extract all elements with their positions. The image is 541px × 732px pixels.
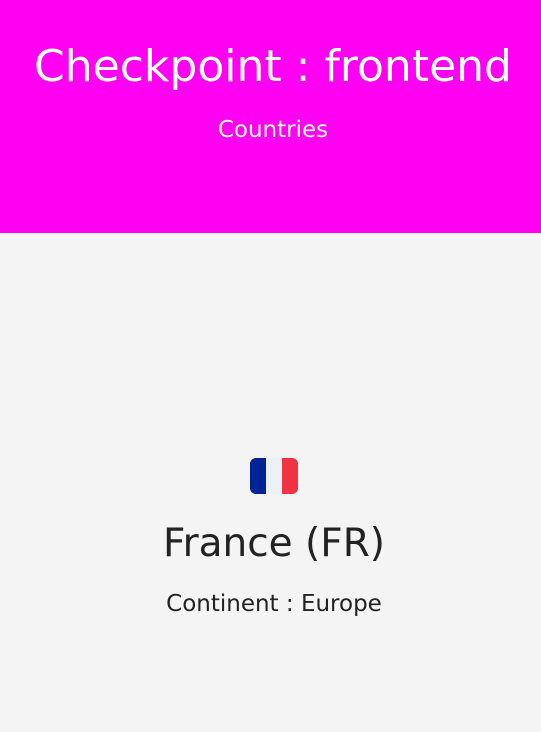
france-flag-icon [250,458,298,494]
page-title: Checkpoint : frontend [34,41,512,92]
flag-white-stripe [266,458,282,494]
country-name: France (FR) [162,521,386,566]
country-detail: France (FR) Continent : Europe [0,233,541,732]
page-header: Checkpoint : frontend Countries [0,0,541,233]
country-continent: Continent : Europe [166,591,382,617]
page-subtitle: Countries [217,117,329,143]
flag-blue-stripe [250,458,266,494]
flag-red-stripe [282,458,298,494]
